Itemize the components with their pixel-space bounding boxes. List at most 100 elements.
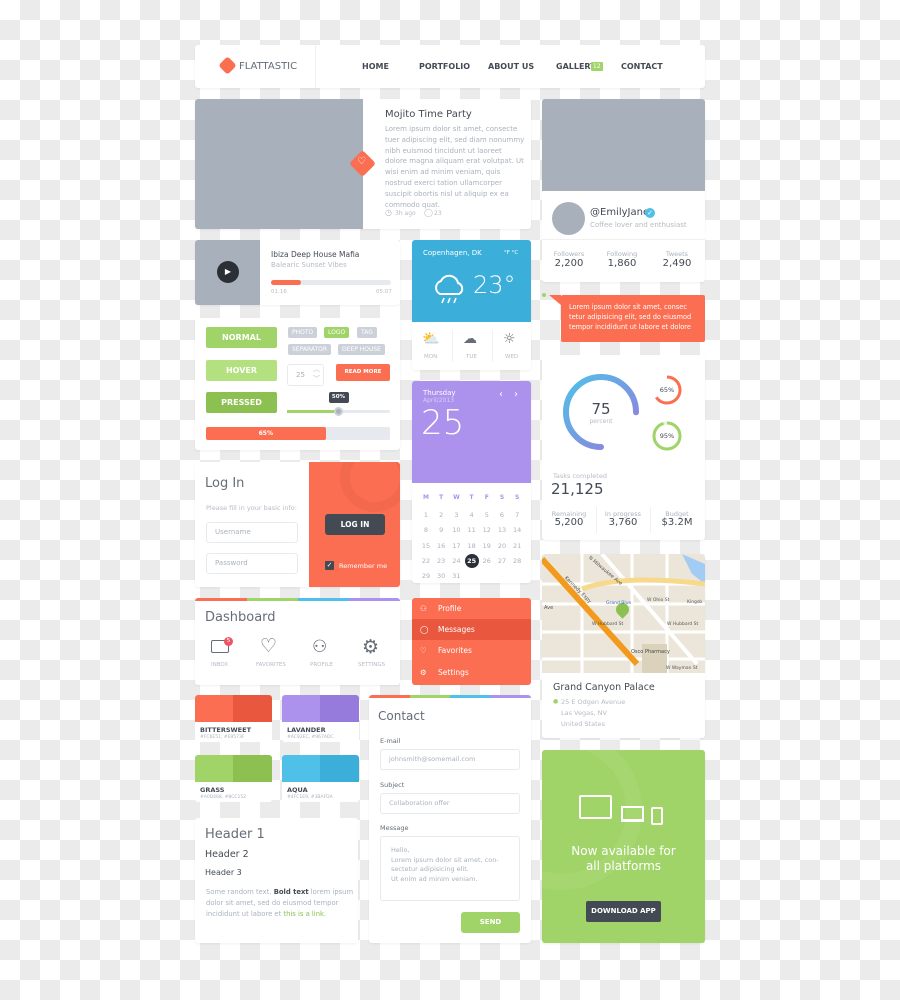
menu-item-profile[interactable]: ⚇ Profile: [412, 598, 531, 619]
dashboard-profile-label[interactable]: PROFILE: [310, 662, 333, 668]
dashboard-inbox-label[interactable]: INBOX: [211, 662, 228, 668]
text-link[interactable]: this is a link: [283, 910, 324, 918]
slider-fill: [287, 410, 339, 413]
unit-toggle[interactable]: °F °C: [504, 250, 518, 256]
calendar-day[interactable]: 20: [495, 539, 509, 553]
menu-item-favorites[interactable]: ♡ Favorites: [412, 640, 531, 661]
calendar-day[interactable]: 12: [480, 523, 494, 537]
tag-tag[interactable]: TAG: [357, 327, 377, 338]
prev-month-icon[interactable]: ‹: [499, 389, 503, 400]
menu-label: Profile: [438, 604, 462, 613]
calendar-day[interactable]: 22: [419, 554, 433, 568]
gear-icon[interactable]: ⚙: [362, 636, 379, 658]
swatch-hex: #4FC1E9, #3BAFDA: [287, 795, 333, 800]
calendar-day[interactable]: 26: [480, 554, 494, 568]
calendar-day[interactable]: 6: [495, 508, 509, 522]
partly-cloudy-icon: ⛅: [422, 331, 440, 347]
nav-portfolio[interactable]: PORTFOLIO: [419, 62, 470, 71]
password-input[interactable]: Password: [206, 553, 298, 574]
heart-icon[interactable]: ♡: [260, 635, 277, 657]
color-swatch[interactable]: AQUA #4FC1E9, #3BAFDA: [282, 755, 359, 802]
stepper-down-icon[interactable]: ﹀: [313, 374, 320, 384]
read-more-button[interactable]: READ MORE: [336, 364, 390, 381]
calendar-day[interactable]: 18: [465, 539, 479, 553]
message-line: Hello,: [391, 846, 410, 854]
blog-comments[interactable]: 23: [434, 210, 442, 217]
color-swatch[interactable]: GRASS #A0D468, #8CC152: [195, 755, 272, 802]
weather-temp: 23°: [473, 271, 516, 299]
menu-label: Messages: [438, 625, 475, 634]
header-1: Header 1: [205, 827, 265, 842]
tag-deep-house[interactable]: DEEP HOUSE: [338, 344, 385, 355]
stepper-up-icon[interactable]: ︿: [313, 364, 320, 374]
menu-label: Favorites: [438, 646, 472, 655]
clock-icon: ◷: [385, 208, 392, 217]
calendar-day[interactable]: 15: [419, 539, 433, 553]
nav-home[interactable]: HOME: [362, 62, 389, 71]
menu-item-settings[interactable]: ⚙ Settings: [412, 662, 531, 683]
calendar-day[interactable]: 1: [419, 508, 433, 522]
comment-icon: ◯: [420, 625, 429, 634]
progress-fill: 65%: [206, 427, 326, 440]
calendar-day-selected[interactable]: 25: [464, 553, 479, 568]
play-button[interactable]: ▶: [217, 261, 239, 283]
dashboard-settings-label[interactable]: SETTINGS: [358, 662, 385, 668]
normal-button[interactable]: NORMAL: [206, 327, 277, 348]
map-label: Osco Pharmacy: [631, 649, 670, 655]
user-icon[interactable]: ⚇: [312, 637, 327, 657]
color-swatch[interactable]: LAVANDER #AC92EC, #967ADC: [282, 695, 359, 742]
dashboard-favorites-label[interactable]: FAVORITES: [256, 662, 286, 668]
pressed-button[interactable]: PRESSED: [206, 392, 277, 413]
login-hint: Please fill in your basic info:: [206, 504, 297, 512]
blog-body: Lorem ipsum dolor sit amet, consecte tue…: [385, 125, 525, 209]
brand-name[interactable]: FLATTASTIC: [239, 61, 297, 72]
map-label: Ave: [544, 605, 554, 611]
nav-gallery[interactable]: GALLERY: [556, 62, 596, 71]
track-elapsed: 01:16: [271, 289, 287, 295]
avatar[interactable]: [552, 202, 585, 235]
blog-time: 3h ago: [395, 210, 416, 217]
send-button[interactable]: SEND: [461, 912, 520, 933]
map-label: W Ohio St: [647, 598, 670, 603]
location-icon: ●: [553, 698, 559, 705]
day-tue: TUE: [466, 354, 477, 360]
slider-handle[interactable]: [334, 407, 343, 416]
calendar-day[interactable]: 11: [465, 523, 479, 537]
tag-logo[interactable]: LOGO: [324, 327, 350, 338]
remember-checkbox[interactable]: ✓: [325, 561, 334, 570]
download-app-button[interactable]: DOWNLOAD APP: [586, 901, 661, 922]
next-month-icon[interactable]: ›: [514, 389, 518, 400]
calendar-day[interactable]: 21: [510, 539, 524, 553]
profile-bio: Coffee lover and enthusiast: [590, 221, 687, 229]
color-swatch[interactable]: BITTERSWEET #FC6E51, #E9573F: [195, 695, 272, 742]
calendar-day[interactable]: 23: [434, 554, 448, 568]
swatch-color-primary: [195, 755, 233, 782]
calendar-day[interactable]: 5: [480, 508, 494, 522]
calendar-day-big: 25: [421, 403, 465, 443]
track-progress-bar[interactable]: [271, 280, 391, 285]
calendar-day[interactable]: 28: [510, 554, 524, 568]
profile-handle[interactable]: @EmilyJane: [590, 207, 649, 218]
calendar-day[interactable]: 4: [465, 508, 479, 522]
hover-button[interactable]: HOVER: [206, 360, 277, 381]
username-input[interactable]: Username: [206, 522, 298, 543]
calendar-day[interactable]: 17: [449, 539, 463, 553]
login-button[interactable]: LOG IN: [325, 514, 385, 535]
tag-separator[interactable]: SEPARATOR: [288, 344, 332, 355]
subject-field[interactable]: Collaboration offer: [380, 793, 520, 814]
menu-item-messages[interactable]: ◯ Messages: [412, 619, 531, 640]
calendar-day[interactable]: 16: [434, 539, 448, 553]
calendar-day[interactable]: 27: [495, 554, 509, 568]
message-textarea[interactable]: Hello, Lorem ipsum dolor sit amet, con- …: [380, 836, 520, 901]
nav-contact[interactable]: CONTACT: [621, 62, 663, 71]
calendar-weekday: Thursday: [423, 389, 456, 397]
tag-photo[interactable]: PHOTO: [288, 327, 318, 338]
nav-about-us[interactable]: ABOUT US: [488, 62, 534, 71]
remember-label[interactable]: Remember me: [339, 562, 387, 570]
followers-label: Followers: [553, 250, 585, 258]
gallery-badge: 12: [591, 62, 603, 71]
email-field[interactable]: johnsmith@somemail.com: [380, 749, 520, 770]
tweets-value: 2,490: [662, 258, 692, 269]
slider-value-tooltip: 50%: [328, 392, 349, 403]
calendar-day[interactable]: 19: [480, 539, 494, 553]
